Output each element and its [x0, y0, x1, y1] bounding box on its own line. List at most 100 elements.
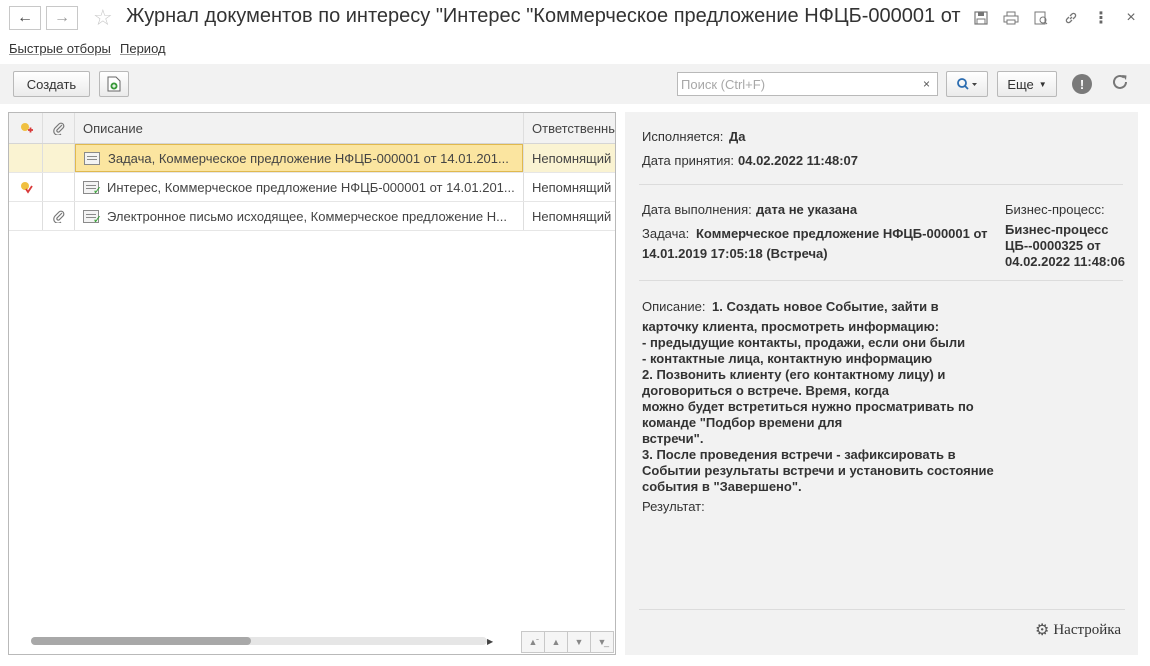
close-icon: × — [922, 77, 930, 91]
email-document-icon: ✓ — [83, 209, 102, 226]
more-vertical-icon[interactable]: ⋮ — [1091, 8, 1111, 28]
more-button[interactable]: Еще ▼ — [997, 71, 1057, 97]
description-cell[interactable]: ✓ Интерес, Коммерческое предложение НФЦБ… — [83, 173, 523, 201]
description-column-header[interactable]: Описание — [83, 113, 523, 143]
add-document-button[interactable] — [99, 71, 129, 97]
period-link[interactable]: Период — [120, 41, 166, 56]
table-row[interactable]: Задача, Коммерческое предложение НФЦБ-00… — [9, 144, 615, 173]
responsible-cell: Непомнящий — [532, 179, 612, 195]
title-bar: ← → ☆ Журнал документов по интересу "Инт… — [0, 0, 1150, 36]
accepted-value: 04.02.2022 11:48:07 — [738, 153, 858, 168]
info-icon[interactable]: ! — [1072, 74, 1092, 94]
description-line: события в "Завершено". — [642, 479, 802, 494]
quick-filters-link[interactable]: Быстрые отборы — [9, 41, 111, 56]
clear-search-button[interactable]: × — [916, 72, 938, 96]
favorite-star-icon[interactable]: ☆ — [93, 5, 113, 31]
due-date-label: Дата выполнения: — [642, 202, 752, 217]
search-input[interactable]: Поиск (Ctrl+F) — [677, 72, 917, 96]
table-header: Описание Ответственны — [9, 113, 615, 144]
business-process-label: Бизнес-процесс: — [1005, 202, 1105, 217]
interest-document-icon: ✓ — [83, 180, 102, 197]
description-line: 2. Позвонить клиенту (его контактному ли… — [642, 367, 946, 382]
create-button[interactable]: Создать — [13, 71, 90, 97]
executed-label: Исполняется: — [642, 129, 724, 144]
responsible-cell: Непомнящий — [532, 150, 612, 166]
description-line: 1. Создать новое Событие, зайти в — [712, 299, 939, 314]
arrow-left-icon: ← — [17, 9, 33, 26]
task-value-line1[interactable]: Коммерческое предложение НФЦБ-000001 от — [696, 226, 987, 241]
window-title: Журнал документов по интересу "Интерес "… — [126, 5, 966, 27]
status-cell — [9, 173, 42, 201]
divider — [639, 609, 1125, 610]
table-row[interactable]: ✓ Электронное письмо исходящее, Коммерче… — [9, 202, 615, 231]
scroll-up-button[interactable]: ▲ — [544, 631, 568, 653]
bp-line: 04.02.2022 11:48:06 — [1005, 254, 1125, 269]
description-line: - предыдущие контакты, продажи, если они… — [642, 335, 966, 350]
search-icon — [957, 78, 977, 90]
save-icon[interactable] — [971, 8, 991, 28]
up-icon: ▲ — [551, 637, 561, 647]
paperclip-icon — [52, 122, 64, 135]
description-line: команде "Подбор времени для — [642, 415, 843, 430]
task-icon — [84, 151, 100, 165]
scroll-bottom-button[interactable]: ▼̲ — [590, 631, 614, 653]
task-label: Задача: — [642, 226, 690, 241]
settings-label: Настройка — [1053, 621, 1121, 638]
description-cell[interactable]: Задача, Коммерческое предложение НФЦБ-00… — [75, 144, 523, 172]
description-line: встречи". — [642, 431, 704, 446]
divider — [639, 184, 1123, 185]
to-top-icon: ▲̄ — [528, 637, 538, 647]
new-document-icon — [107, 76, 121, 92]
table-row[interactable]: ✓ Интерес, Коммерческое предложение НФЦБ… — [9, 173, 615, 202]
link-icon[interactable] — [1061, 8, 1081, 28]
description-cell[interactable]: ✓ Электронное письмо исходящее, Коммерче… — [83, 202, 523, 230]
description-line: - контактные лица, контактную информацию — [642, 351, 933, 366]
business-process-value[interactable]: Бизнес-процесс ЦБ--0000325 от 04.02.2022… — [1005, 222, 1125, 270]
scroll-down-button[interactable]: ▼ — [567, 631, 591, 653]
scroll-right-icon[interactable]: ▶ — [487, 637, 493, 646]
description-label: Описание: — [642, 299, 706, 314]
divider — [639, 280, 1123, 281]
settings-button[interactable]: ⚙ Настройка — [1035, 620, 1121, 640]
task-value-line2[interactable]: 14.01.2019 17:05:18 (Встреча) — [642, 246, 828, 261]
description-line: можно будет встретиться нужно просматрив… — [642, 399, 974, 414]
row-description: Электронное письмо исходящее, Коммерческ… — [107, 208, 507, 224]
row-description: Задача, Коммерческое предложение НФЦБ-00… — [108, 150, 509, 166]
bp-line: Бизнес-процесс — [1005, 222, 1109, 237]
row-description: Интерес, Коммерческое предложение НФЦБ-0… — [107, 179, 515, 195]
bp-line: ЦБ--0000325 от — [1005, 238, 1101, 253]
attachment-column-header[interactable] — [43, 113, 74, 143]
description-text: карточку клиента, просмотреть информацию… — [642, 319, 994, 495]
search-button[interactable] — [946, 71, 988, 97]
status-column-header[interactable] — [9, 113, 42, 143]
back-button[interactable]: ← — [9, 6, 41, 30]
preview-icon[interactable] — [1031, 8, 1051, 28]
description-line: Событии результаты встречи и установить … — [642, 463, 994, 478]
scrollbar-thumb[interactable] — [31, 637, 251, 645]
chevron-down-icon: ▼ — [1038, 79, 1047, 89]
details-panel: Исполняется: Да Дата принятия: 04.02.202… — [625, 112, 1138, 655]
attachment-cell — [43, 202, 74, 230]
more-label: Еще — [1007, 76, 1034, 92]
close-icon[interactable]: × — [1121, 8, 1141, 28]
horizontal-scrollbar[interactable] — [31, 637, 487, 645]
due-date-value: дата не указана — [756, 202, 858, 217]
completed-status-icon — [20, 182, 33, 194]
responsible-cell: Непомнящий — [532, 208, 612, 224]
responsible-column-header[interactable]: Ответственны — [532, 113, 615, 143]
documents-table: Описание Ответственны Задача, Коммерческ… — [8, 112, 616, 655]
down-icon: ▼ — [574, 637, 584, 647]
new-status-icon — [20, 123, 33, 133]
description-line: 3. После проведения встречи - зафиксиров… — [642, 447, 956, 462]
gear-icon: ⚙ — [1035, 622, 1050, 639]
print-icon[interactable] — [1001, 8, 1021, 28]
to-bottom-icon: ▼̲ — [597, 637, 607, 647]
accepted-label: Дата принятия: — [642, 153, 735, 168]
refresh-icon[interactable] — [1110, 72, 1130, 95]
scroll-top-button[interactable]: ▲̄ — [521, 631, 545, 653]
description-line: договориться о встрече. Время, когда — [642, 383, 890, 398]
result-label: Результат: — [642, 499, 705, 514]
executed-value: Да — [729, 129, 746, 144]
description-line: карточку клиента, просмотреть информацию… — [642, 319, 940, 334]
forward-button[interactable]: → — [46, 6, 78, 30]
